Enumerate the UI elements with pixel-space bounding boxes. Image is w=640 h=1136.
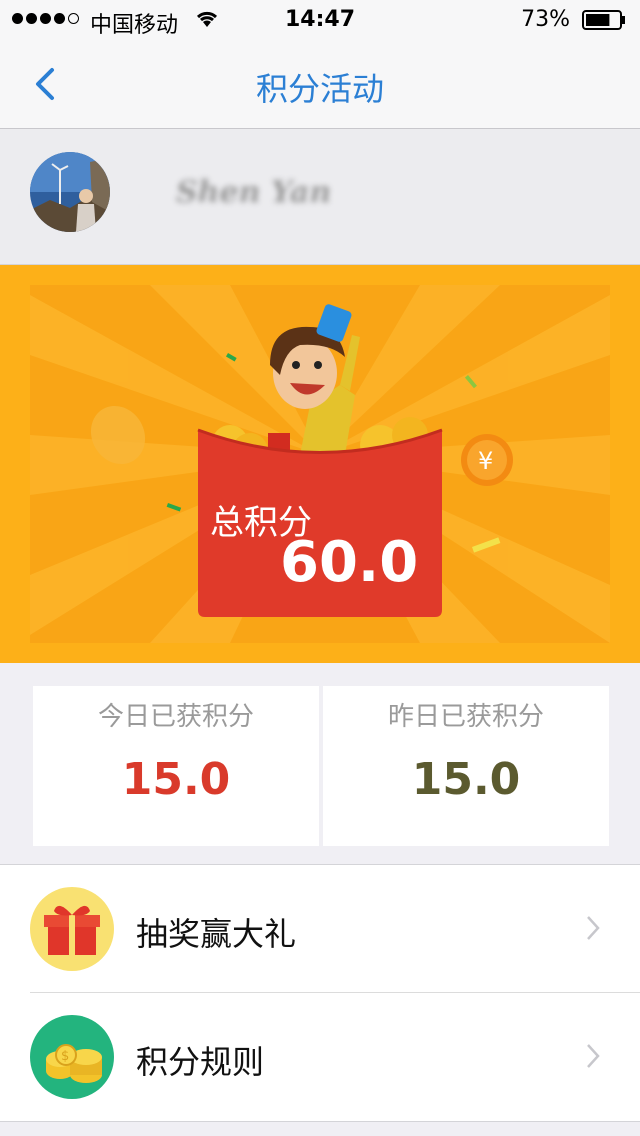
chevron-right-icon xyxy=(587,1044,600,1068)
chevron-right-icon xyxy=(587,916,600,940)
gift-icon xyxy=(30,887,114,971)
menu-item-lottery[interactable]: 抽奖赢大礼 xyxy=(0,865,640,993)
battery-icon xyxy=(582,10,625,30)
profile-header: Shen Yan xyxy=(0,129,640,265)
today-points-value: 15.0 xyxy=(121,754,231,805)
menu-item-rules[interactable]: $ 积分规则 xyxy=(0,993,640,1120)
yesterday-points-card: 昨日已获积分 15.0 xyxy=(323,686,609,846)
points-banner: ¥ 总积分 60.0 xyxy=(0,265,640,663)
today-points-card: 今日已获积分 15.0 xyxy=(33,686,319,846)
menu-item-lottery-label: 抽奖赢大礼 xyxy=(136,915,297,953)
svg-text:$: $ xyxy=(61,1049,69,1064)
navigation-bar: 积分活动 xyxy=(0,40,640,129)
yesterday-points-value: 15.0 xyxy=(411,754,521,805)
menu-list: 抽奖赢大礼 $ 积分规则 xyxy=(0,864,640,1122)
banner-illustration: ¥ xyxy=(30,285,610,643)
avatar-photo xyxy=(30,152,110,232)
svg-text:¥: ¥ xyxy=(478,447,493,475)
username: Shen Yan xyxy=(176,175,332,210)
points-stats: 今日已获积分 15.0 昨日已获积分 15.0 xyxy=(33,686,609,846)
menu-item-rules-label: 积分规则 xyxy=(136,1043,265,1081)
status-bar: 中国移动 14:47 73% xyxy=(0,0,640,40)
yesterday-points-label: 昨日已获积分 xyxy=(387,702,544,732)
today-points-label: 今日已获积分 xyxy=(97,702,254,732)
coins-icon: $ xyxy=(30,1015,114,1099)
page-title: 积分活动 xyxy=(255,70,384,108)
avatar[interactable] xyxy=(30,152,110,232)
battery-percentage: 73% xyxy=(521,7,570,32)
total-points-value: 60.0 xyxy=(280,530,419,595)
